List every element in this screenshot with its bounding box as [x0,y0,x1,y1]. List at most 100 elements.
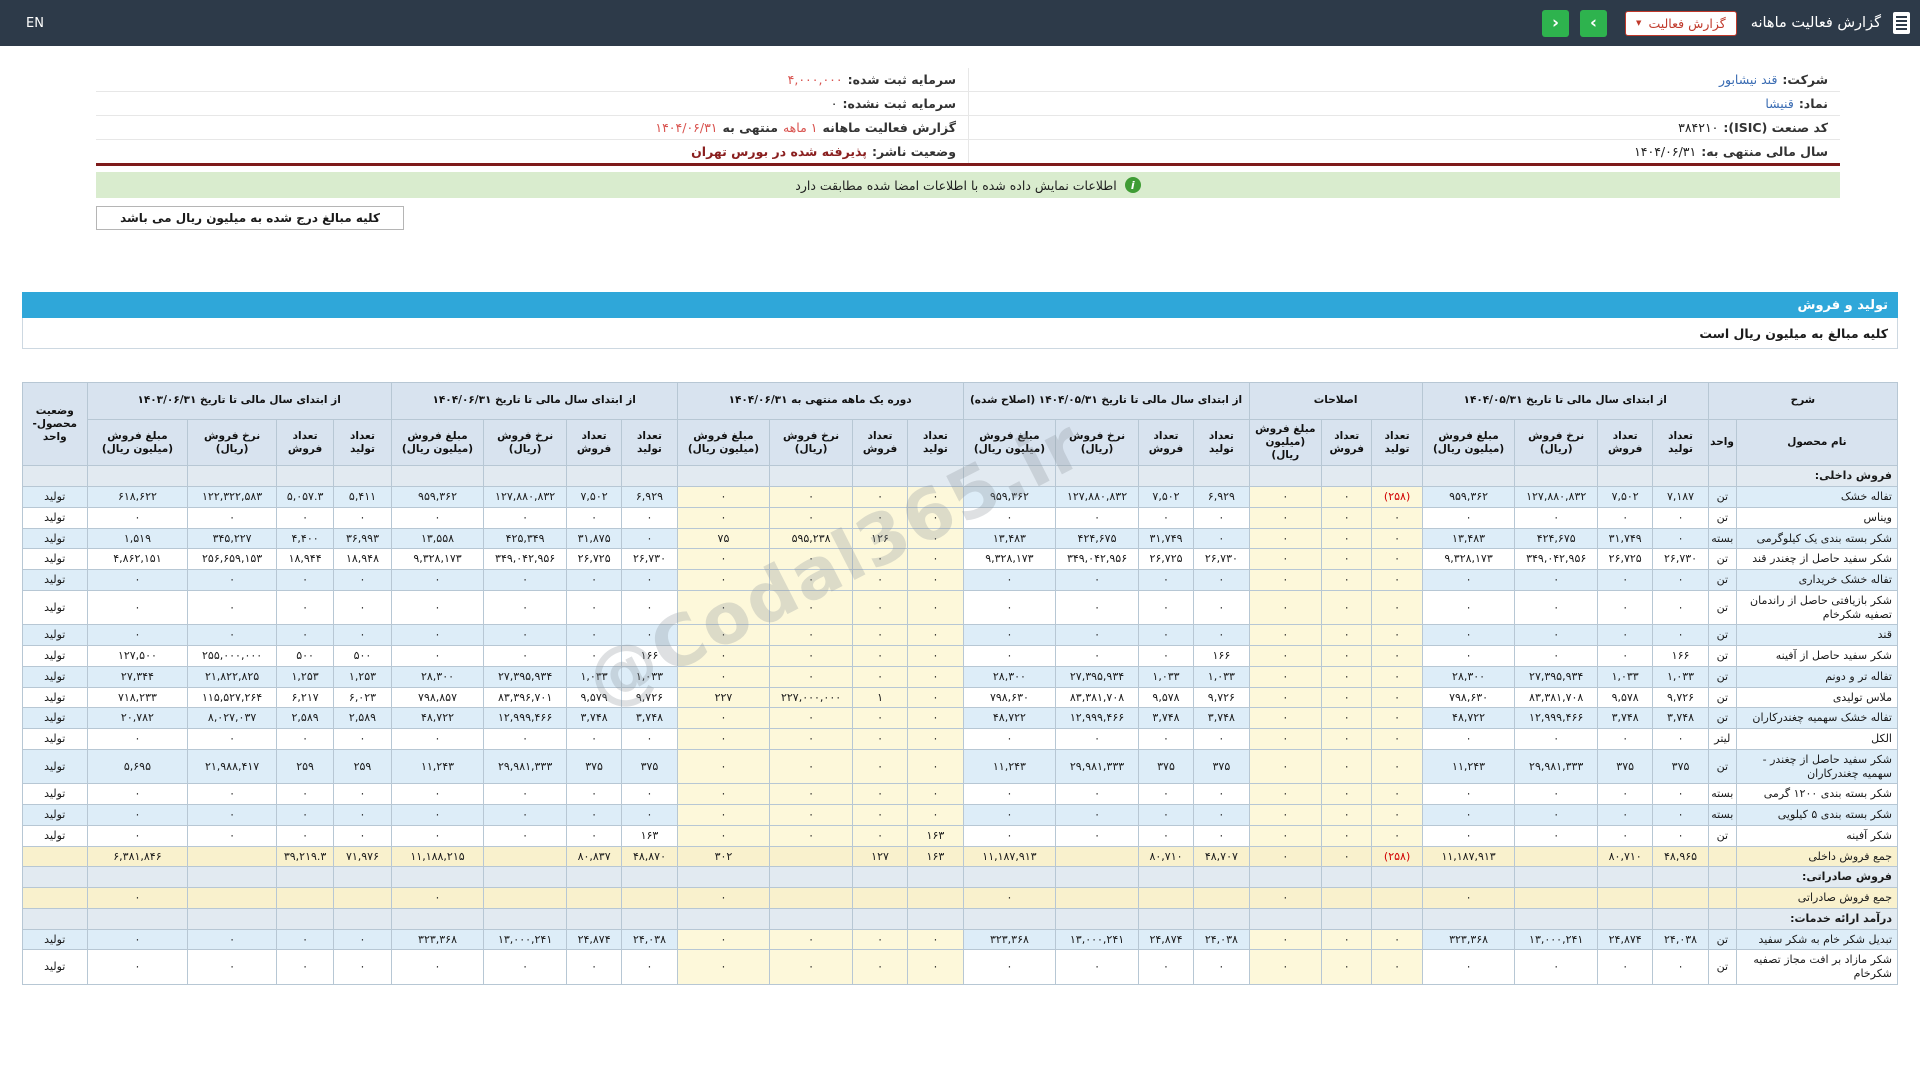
value-cell: ۰ [1321,527,1373,550]
info-row-left-1: سرمایه ثبت نشده: ۰ [96,92,968,116]
product-unit: تن [1707,686,1737,709]
value-cell: ۹,۷۲۶ [1193,686,1250,709]
value-cell: ۰ [621,783,678,806]
product-row: شکر سفید حاصل از چغندر قند تن ۲۶,۷۳۰ ۲۶,۷۲۵… [22,548,1899,571]
value-cell: ۰ [1248,707,1323,730]
value-cell: ۰ [483,589,567,626]
value-cell: ۰ [676,707,771,730]
company-link[interactable]: قند نیشابور [1719,72,1777,87]
product-unit: بسته [1707,527,1737,550]
value-cell: ۱,۲۵۳ [275,665,335,688]
empty-cell [565,465,623,488]
value-cell: ۰ [1371,686,1423,709]
value-cell: ۱۳,۰۰۰,۲۴۱ [1514,928,1598,951]
value-cell: ۰ [1421,624,1516,647]
value-cell: ۰ [1193,527,1250,550]
value-cell: ۰ [333,804,392,826]
value-cell: ۲۴,۰۳۸ [621,928,678,951]
value-cell: ۹,۵۷۹ [565,686,623,709]
value-cell: ۲۹,۹۸۱,۳۳۳ [1514,748,1598,785]
value-cell: ۰ [86,928,189,951]
company-link[interactable]: قنیشا [1765,96,1793,111]
value-cell: ۰ [851,506,909,529]
info-text: پذیرفته شده در بورس تهران [691,144,867,159]
value-cell: ۰ [1321,928,1373,951]
product-row: شکر بسته بندی ۵ کیلویی بسته ۰ ۰ ۰ ۰ ۰ ۰ ۰ ۰ ۰ ۰ ۰ ۰ ۰ ۰… [22,804,1899,826]
value-cell: ۰ [86,783,189,806]
product-status [22,845,88,868]
value-cell: ۰ [1321,686,1373,709]
value-cell: ۰ [1514,589,1598,626]
nav-back-button[interactable]: ‹ [1542,9,1570,37]
column-header-desc: شرح [1707,382,1899,420]
info-icon: i [1124,177,1141,193]
info-text: ۰ [830,96,838,111]
product-status: تولید [22,783,88,806]
product-status: تولید [22,665,88,688]
value-cell: ۷,۵۰۲ [565,486,623,508]
value-cell: ۴۸,۷۰۷ [1193,845,1250,868]
nav-forward-button[interactable]: › [1580,9,1608,37]
empty-cell [483,866,567,889]
value-cell: ۰ [1248,645,1323,667]
value-cell: ۷۱۸,۲۳۳ [86,686,189,709]
report-type-dropdown[interactable]: گزارش فعالیت ▼ [1625,10,1737,36]
value-cell: ۶,۲۱۷ [275,686,335,709]
value-cell: ۰ [962,824,1057,847]
value-cell: ۰ [851,645,909,667]
value-cell: ۰ [1248,728,1323,750]
value-cell: ۷۹۸,۸۵۷ [390,686,485,709]
value-cell: ۸,۰۲۷,۰۳۷ [187,707,277,730]
empty-cell [1652,866,1709,889]
value-cell: ۰ [86,624,189,647]
column-header-amount-1: مبلغ فروش (میلیون ریال) [1248,418,1323,467]
value-cell [1137,887,1195,909]
value-cell [1514,845,1598,868]
section-label: فروش داخلی: [1735,465,1899,488]
value-cell: ۰ [1321,645,1373,667]
empty-cell [1707,907,1737,930]
value-cell: ۰ [187,824,277,847]
empty-cell [483,907,567,930]
column-group-header-1: اصلاحات [1248,382,1423,420]
empty-cell [1137,866,1195,889]
value-cell: ۰ [275,804,335,826]
value-cell: ۰ [1248,548,1323,571]
value-cell: ۰ [1055,804,1139,826]
empty-cell [22,866,88,889]
value-cell: ۵,۴۱۱ [333,486,392,508]
value-cell: ۰ [962,949,1057,985]
value-cell: ۰ [1652,624,1709,647]
value-cell: ۳,۷۴۸ [1652,707,1709,730]
empty-cell [187,866,277,889]
table-container: @Codal365.ir شرح از ابتدای سال مالی تا تا… [22,381,1899,985]
empty-cell [1514,907,1598,930]
language-toggle[interactable]: EN [26,16,44,31]
value-cell [1514,887,1598,909]
value-cell: ۱۶۶ [1193,645,1250,667]
value-cell: ۰ [1248,949,1323,985]
value-cell: ۰ [769,824,853,847]
value-cell: ۱۲,۹۹۹,۴۶۶ [483,707,567,730]
empty-cell [565,907,623,930]
value-cell: ۰ [1421,506,1516,529]
empty-cell [676,465,771,488]
value-cell: ۰ [676,783,771,806]
value-cell: ۳۹,۲۱۹.۳ [275,845,335,868]
value-cell: ۰ [1371,624,1423,647]
empty-cell [390,465,485,488]
value-cell: ۳,۷۴۸ [621,707,678,730]
column-header-qty_sale-4: تعداد فروش [565,418,623,467]
value-cell: ۰ [1248,824,1323,847]
value-cell: ۸۰,۸۳۷ [565,845,623,868]
value-cell: ۰ [86,949,189,985]
value-cell: ۰ [1321,748,1373,785]
value-cell: ۰ [275,624,335,647]
value-cell: ۰ [907,949,964,985]
value-cell: ۹,۵۷۸ [1596,686,1654,709]
value-cell: ۰ [1055,949,1139,985]
column-header-qty_prod-0: تعداد تولید [1652,418,1709,467]
value-cell: ۷,۱۸۷ [1652,486,1709,508]
column-header-amount-2: مبلغ فروش (میلیون ریال) [962,418,1057,467]
value-cell: ۰ [1371,748,1423,785]
